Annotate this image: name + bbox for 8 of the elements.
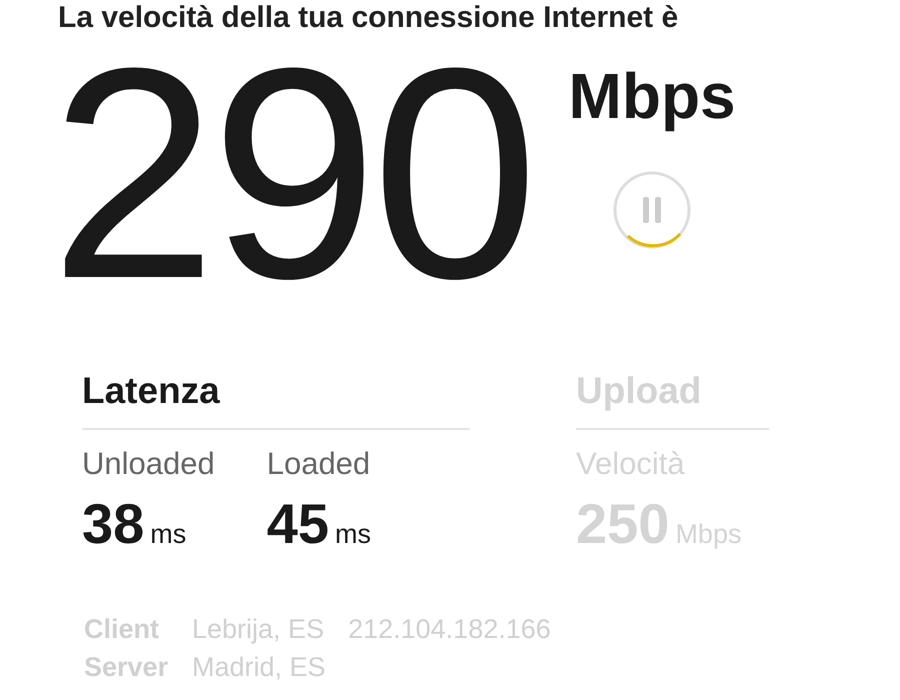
section-title: Latenza	[82, 368, 470, 430]
metric-label: Unloaded	[82, 445, 215, 483]
metric-label: Loaded	[266, 445, 372, 483]
metric-value: 38	[82, 492, 144, 556]
metric-unit: ms	[150, 518, 186, 551]
pause-button[interactable]	[612, 170, 692, 250]
metric-unit: ms	[335, 518, 372, 551]
metric-value: 45	[266, 492, 330, 556]
